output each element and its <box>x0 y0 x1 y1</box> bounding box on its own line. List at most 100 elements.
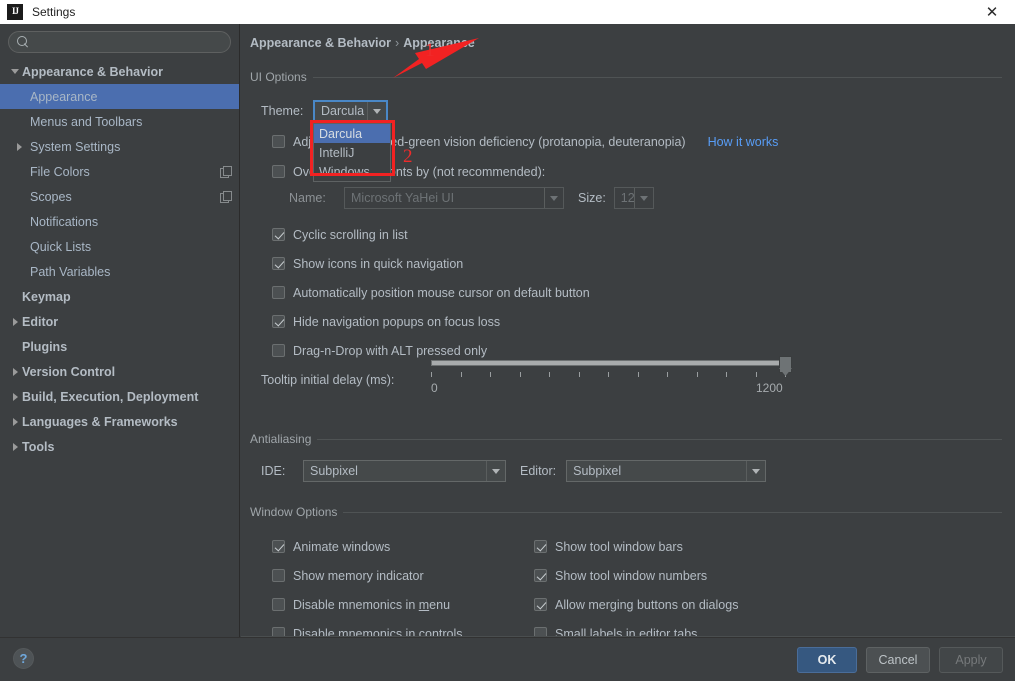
chevron-down-icon[interactable] <box>8 69 22 74</box>
ide-antialiasing-label: IDE: <box>261 464 286 478</box>
sidebar-item-label: Path Variables <box>30 264 111 279</box>
sidebar-item-tools[interactable]: Tools <box>0 434 239 459</box>
chevron-right-icon[interactable] <box>12 142 26 151</box>
checkbox-row: Show tool window bars <box>534 532 738 561</box>
checkbox-row: Animate windows <box>272 532 463 561</box>
sidebar-item-path-variables[interactable]: Path Variables <box>0 259 239 284</box>
chevron-right-icon[interactable] <box>8 317 22 326</box>
help-button[interactable]: ? <box>13 648 34 669</box>
ui-options-title-text: UI Options <box>250 70 307 84</box>
sidebar-item-label: Appearance <box>30 89 98 104</box>
checkbox-show-memory-indicator[interactable] <box>272 569 285 582</box>
chevron-right-icon[interactable] <box>8 417 22 426</box>
window-options-right-column: Show tool window bars Show tool window nu… <box>534 532 738 637</box>
checkbox-label: Show tool window bars <box>555 539 683 554</box>
sidebar-search[interactable] <box>8 31 231 53</box>
checkbox-show-tool-window-bars[interactable] <box>534 540 547 553</box>
sidebar-item-scopes[interactable]: Scopes <box>0 184 239 209</box>
theme-label: Theme: <box>261 104 304 118</box>
ok-button[interactable]: OK <box>797 647 857 673</box>
tooltip-delay-slider-row: Tooltip initial delay (ms): 0 1200 <box>261 356 836 406</box>
checkbox-hide-navigation-popups-on-focus-loss[interactable] <box>272 315 285 328</box>
checkbox-row: Allow merging buttons on dialogs <box>534 590 738 619</box>
ide-antialiasing-combo[interactable]: Subpixel <box>303 460 506 482</box>
tooltip-delay-label: Tooltip initial delay (ms): <box>261 373 395 387</box>
search-input[interactable] <box>29 35 230 49</box>
slider-ticks <box>431 372 786 378</box>
cancel-button[interactable]: Cancel <box>866 647 930 673</box>
sidebar-item-appearance-behavior[interactable]: Appearance & Behavior <box>0 59 239 84</box>
sidebar-item-version-control[interactable]: Version Control <box>0 359 239 384</box>
sidebar-item-label: System Settings <box>30 139 121 154</box>
slider-tick <box>696 372 698 377</box>
chevron-down-icon <box>752 468 761 474</box>
checkbox-disable-mnemonics-in-menu[interactable] <box>272 598 285 611</box>
window-options-title: Window Options <box>250 505 1002 519</box>
group-divider <box>317 438 1002 440</box>
theme-combo-box[interactable]: Darcula <box>313 100 388 122</box>
slider-max-label: 1200 <box>756 381 783 395</box>
checkbox-row: Show memory indicator <box>272 561 463 590</box>
checkbox-automatically-position-mouse-cursor-on-default-button[interactable] <box>272 286 285 299</box>
chevron-right-icon[interactable] <box>8 392 22 401</box>
editor-antialiasing-arrow[interactable] <box>746 461 765 481</box>
settings-tree: Appearance & Behavior Appearance Menus and… <box>0 59 239 459</box>
checkbox-cyclic-scrolling-in-list[interactable] <box>272 228 285 241</box>
chevron-down-icon <box>373 108 381 114</box>
slider-track[interactable] <box>431 360 785 366</box>
font-size-combo-arrow <box>633 188 653 208</box>
sidebar-item-notifications[interactable]: Notifications <box>0 209 239 234</box>
slider-tick <box>519 372 521 377</box>
sidebar-item-label: Plugins <box>22 339 68 354</box>
sidebar-item-build-execution-deployment[interactable]: Build, Execution, Deployment <box>0 384 239 409</box>
theme-option-darcula[interactable]: Darcula <box>314 124 390 143</box>
slider-thumb[interactable] <box>779 356 792 373</box>
checkbox-row: Disable mnemonics in menu <box>272 590 463 619</box>
ide-antialiasing-arrow[interactable] <box>486 461 505 481</box>
checkbox-label: Show tool window numbers <box>555 568 708 583</box>
dialog-button-bar: ? OK Cancel Apply <box>0 637 1015 681</box>
tooltip-delay-slider[interactable]: 0 1200 <box>431 356 796 400</box>
sidebar-item-appearance[interactable]: Appearance <box>0 84 239 109</box>
sidebar-item-plugins[interactable]: Plugins <box>0 334 239 359</box>
override-fonts-checkbox[interactable] <box>272 165 285 178</box>
sidebar-item-menus-and-toolbars[interactable]: Menus and Toolbars <box>0 109 239 134</box>
sidebar-item-label: Appearance & Behavior <box>22 64 164 79</box>
checkbox-animate-windows[interactable] <box>272 540 285 553</box>
theme-combo-arrow[interactable] <box>367 102 386 120</box>
sidebar-item-languages-frameworks[interactable]: Languages & Frameworks <box>0 409 239 434</box>
intellij-logo-icon: IJ <box>7 4 23 20</box>
chevron-right-icon[interactable] <box>8 367 22 376</box>
sidebar-item-keymap[interactable]: Keymap <box>0 284 239 309</box>
sidebar-item-system-settings[interactable]: System Settings <box>0 134 239 159</box>
how-it-works-link[interactable]: How it works <box>708 135 779 149</box>
checkbox-label: Show memory indicator <box>293 568 424 583</box>
adjust-colors-checkbox[interactable] <box>272 135 285 148</box>
antialiasing-group: Antialiasing <box>250 432 1002 446</box>
breadcrumb-current: Appearance <box>403 36 475 50</box>
slider-tick <box>490 372 491 377</box>
editor-antialiasing-combo[interactable]: Subpixel <box>566 460 767 482</box>
checkbox-label: Disable mnemonics in menu <box>293 597 451 612</box>
annotation-number-2: 2 <box>403 146 413 167</box>
checkbox-label: Cyclic scrolling in list <box>293 227 408 242</box>
sidebar-item-quick-lists[interactable]: Quick Lists <box>0 234 239 259</box>
close-icon[interactable]: ✕ <box>969 0 1015 24</box>
breadcrumb-parent[interactable]: Appearance & Behavior <box>250 36 391 50</box>
theme-option-intellij[interactable]: IntelliJ <box>314 143 390 162</box>
checkbox-show-tool-window-numbers[interactable] <box>534 569 547 582</box>
chevron-right-icon[interactable] <box>8 442 22 451</box>
window-options-left-column: Animate windows Show memory indicator Disa… <box>272 532 463 637</box>
theme-dropdown-list[interactable]: Darcula IntelliJ Windows <box>313 123 391 182</box>
copy-icon <box>220 191 232 203</box>
theme-combo-value: Darcula <box>321 104 365 118</box>
checkbox-show-icons-in-quick-navigation[interactable] <box>272 257 285 270</box>
sidebar-item-label: Build, Execution, Deployment <box>22 389 199 404</box>
sidebar-item-label: Scopes <box>30 189 72 204</box>
font-name-value: Microsoft YaHei UI <box>351 191 455 205</box>
search-icon <box>17 36 29 48</box>
theme-option-windows[interactable]: Windows <box>314 162 390 181</box>
sidebar-item-editor[interactable]: Editor <box>0 309 239 334</box>
checkbox-allow-merging-buttons-on-dialogs[interactable] <box>534 598 547 611</box>
sidebar-item-file-colors[interactable]: File Colors <box>0 159 239 184</box>
